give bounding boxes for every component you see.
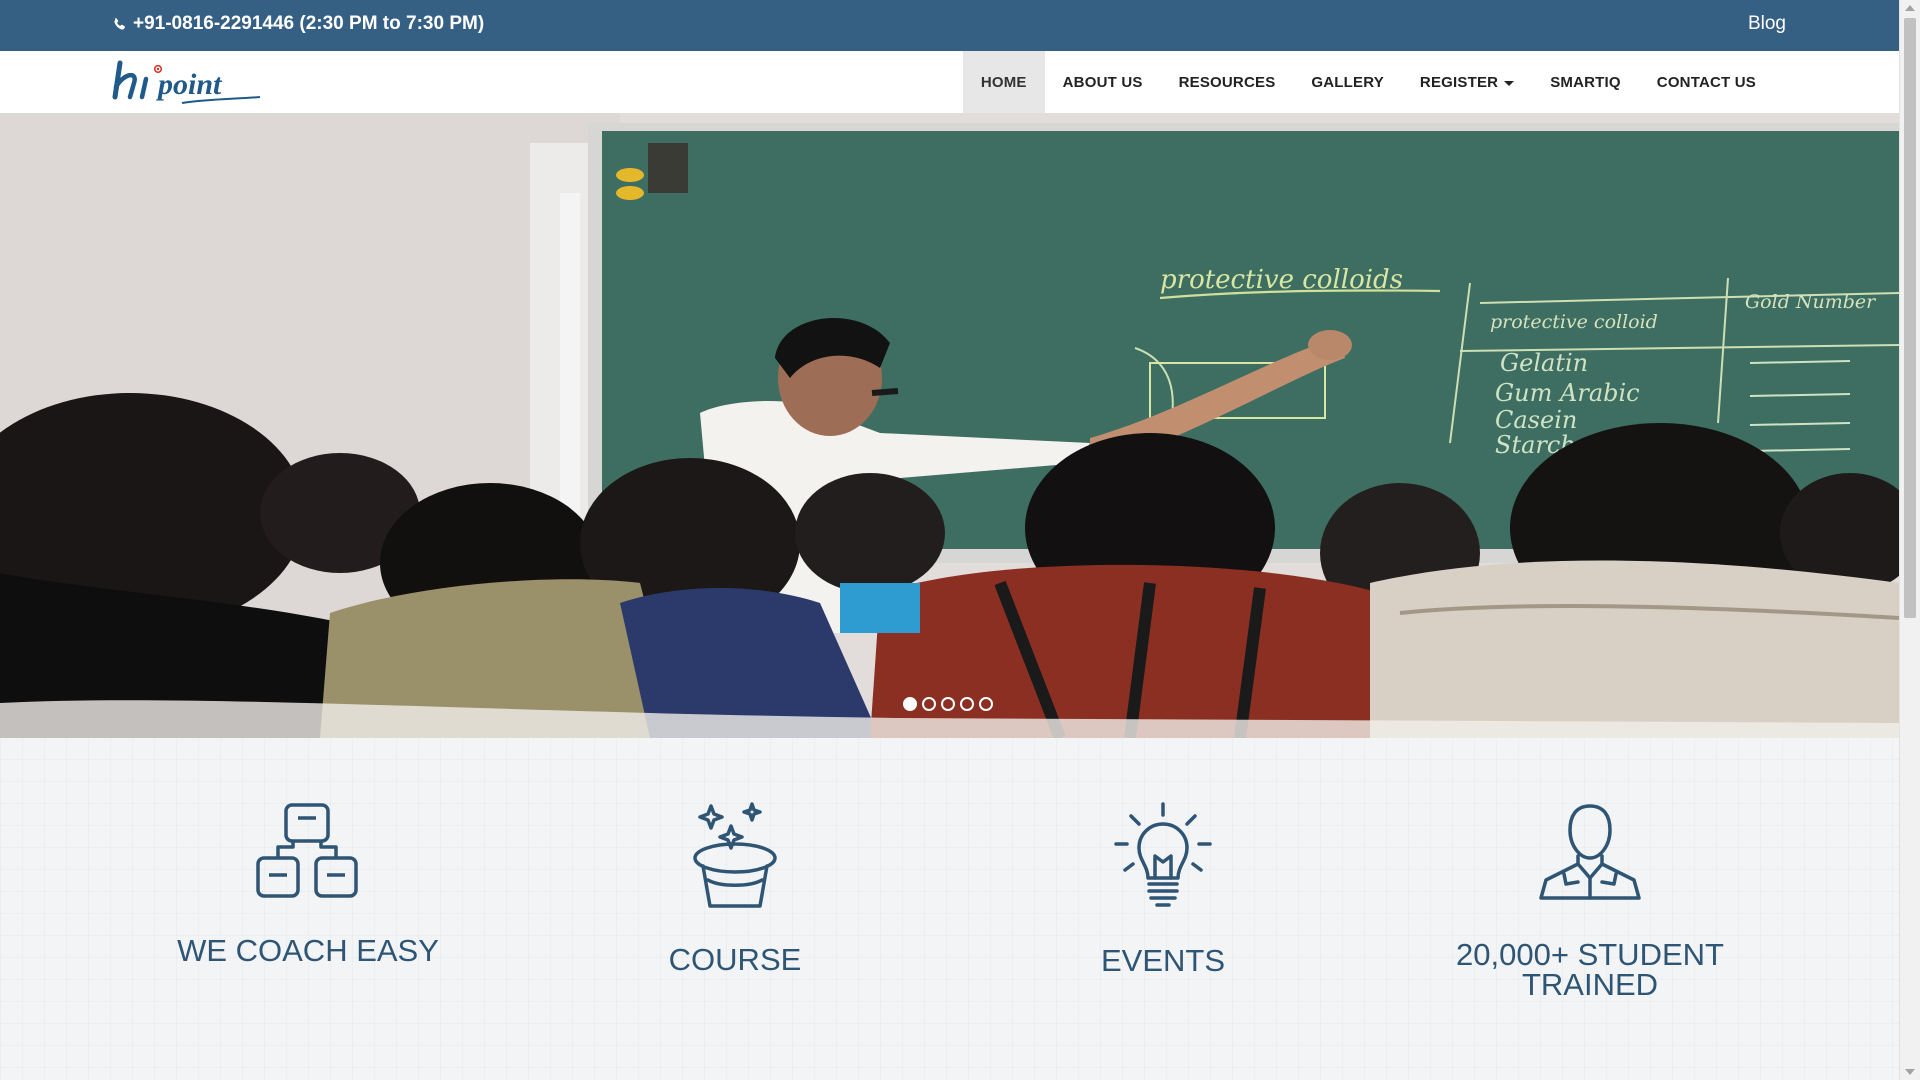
nav-about-us[interactable]: ABOUT US xyxy=(1045,51,1161,113)
hero-slider: protective colloids protective colloid G… xyxy=(0,113,1899,738)
magic-hat-icon xyxy=(690,802,780,915)
scroll-down-icon[interactable] xyxy=(1905,1069,1915,1075)
scroll-thumb[interactable] xyxy=(1904,18,1916,618)
nav-menu: HOME ABOUT US RESOURCES GALLERY REGISTER… xyxy=(962,51,1774,113)
features-section: WE COACH EASY COURSE EVENTS 20,000+ STUD… xyxy=(0,738,1899,1080)
feature-label: WE COACH EASY xyxy=(177,933,439,968)
site-logo[interactable]: point xyxy=(112,57,264,105)
nav-resources[interactable]: RESOURCES xyxy=(1161,51,1294,113)
top-bar: +91-0816-2291446 (2:30 PM to 7:30 PM) Bl… xyxy=(0,0,1899,51)
lightbulb-icon xyxy=(1113,802,1213,915)
slider-indicators xyxy=(903,697,993,711)
chalkboard-row: Casein xyxy=(1495,406,1577,434)
nav-home[interactable]: HOME xyxy=(962,51,1045,113)
main-navbar: point HOME ABOUT US RESOURCES GALLERY RE… xyxy=(0,51,1899,113)
slider-dot[interactable] xyxy=(979,697,993,711)
student-icon xyxy=(1538,802,1642,907)
feature-label-line: 20,000+ STUDENT xyxy=(1456,937,1724,972)
phone-contact: +91-0816-2291446 (2:30 PM to 7:30 PM) xyxy=(112,13,484,35)
slider-dot[interactable] xyxy=(960,697,974,711)
phone-icon xyxy=(112,17,127,32)
feature-label: 20,000+ STUDENT TRAINED xyxy=(1400,937,1780,1002)
chalkboard-heading: protective colloids xyxy=(1160,265,1403,295)
slider-dot[interactable] xyxy=(922,697,936,711)
slider-dot[interactable] xyxy=(941,697,955,711)
chalkboard-table-col1: protective colloid xyxy=(1490,311,1658,333)
chalkboard-row: Gelatin xyxy=(1500,349,1588,377)
chalkboard-table-col2: Gold Number xyxy=(1745,291,1877,313)
nav-contact-us[interactable]: CONTACT US xyxy=(1639,51,1774,113)
chevron-down-icon xyxy=(1504,80,1515,86)
scroll-up-icon[interactable] xyxy=(1905,5,1915,11)
svg-text:point: point xyxy=(155,68,223,101)
slider-dot[interactable] xyxy=(903,697,917,711)
vertical-scrollbar[interactable] xyxy=(1899,0,1920,1080)
feature-label: EVENTS xyxy=(1100,943,1226,978)
feature-label-line: TRAINED xyxy=(1521,967,1659,1002)
nav-gallery[interactable]: GALLERY xyxy=(1293,51,1402,113)
page: +91-0816-2291446 (2:30 PM to 7:30 PM) Bl… xyxy=(0,0,1920,1080)
chalkboard-row: Gum Arabic xyxy=(1495,379,1640,407)
blog-link[interactable]: Blog xyxy=(1748,13,1786,35)
nav-smartiq[interactable]: SMARTIQ xyxy=(1532,51,1639,113)
phone-number: +91-0816-2291446 (2:30 PM to 7:30 PM) xyxy=(133,13,485,34)
blocks-icon xyxy=(253,802,363,907)
hero-image: protective colloids protective colloid G… xyxy=(0,113,1899,738)
nav-register[interactable]: REGISTER xyxy=(1402,51,1532,113)
feature-label: COURSE xyxy=(668,942,802,977)
